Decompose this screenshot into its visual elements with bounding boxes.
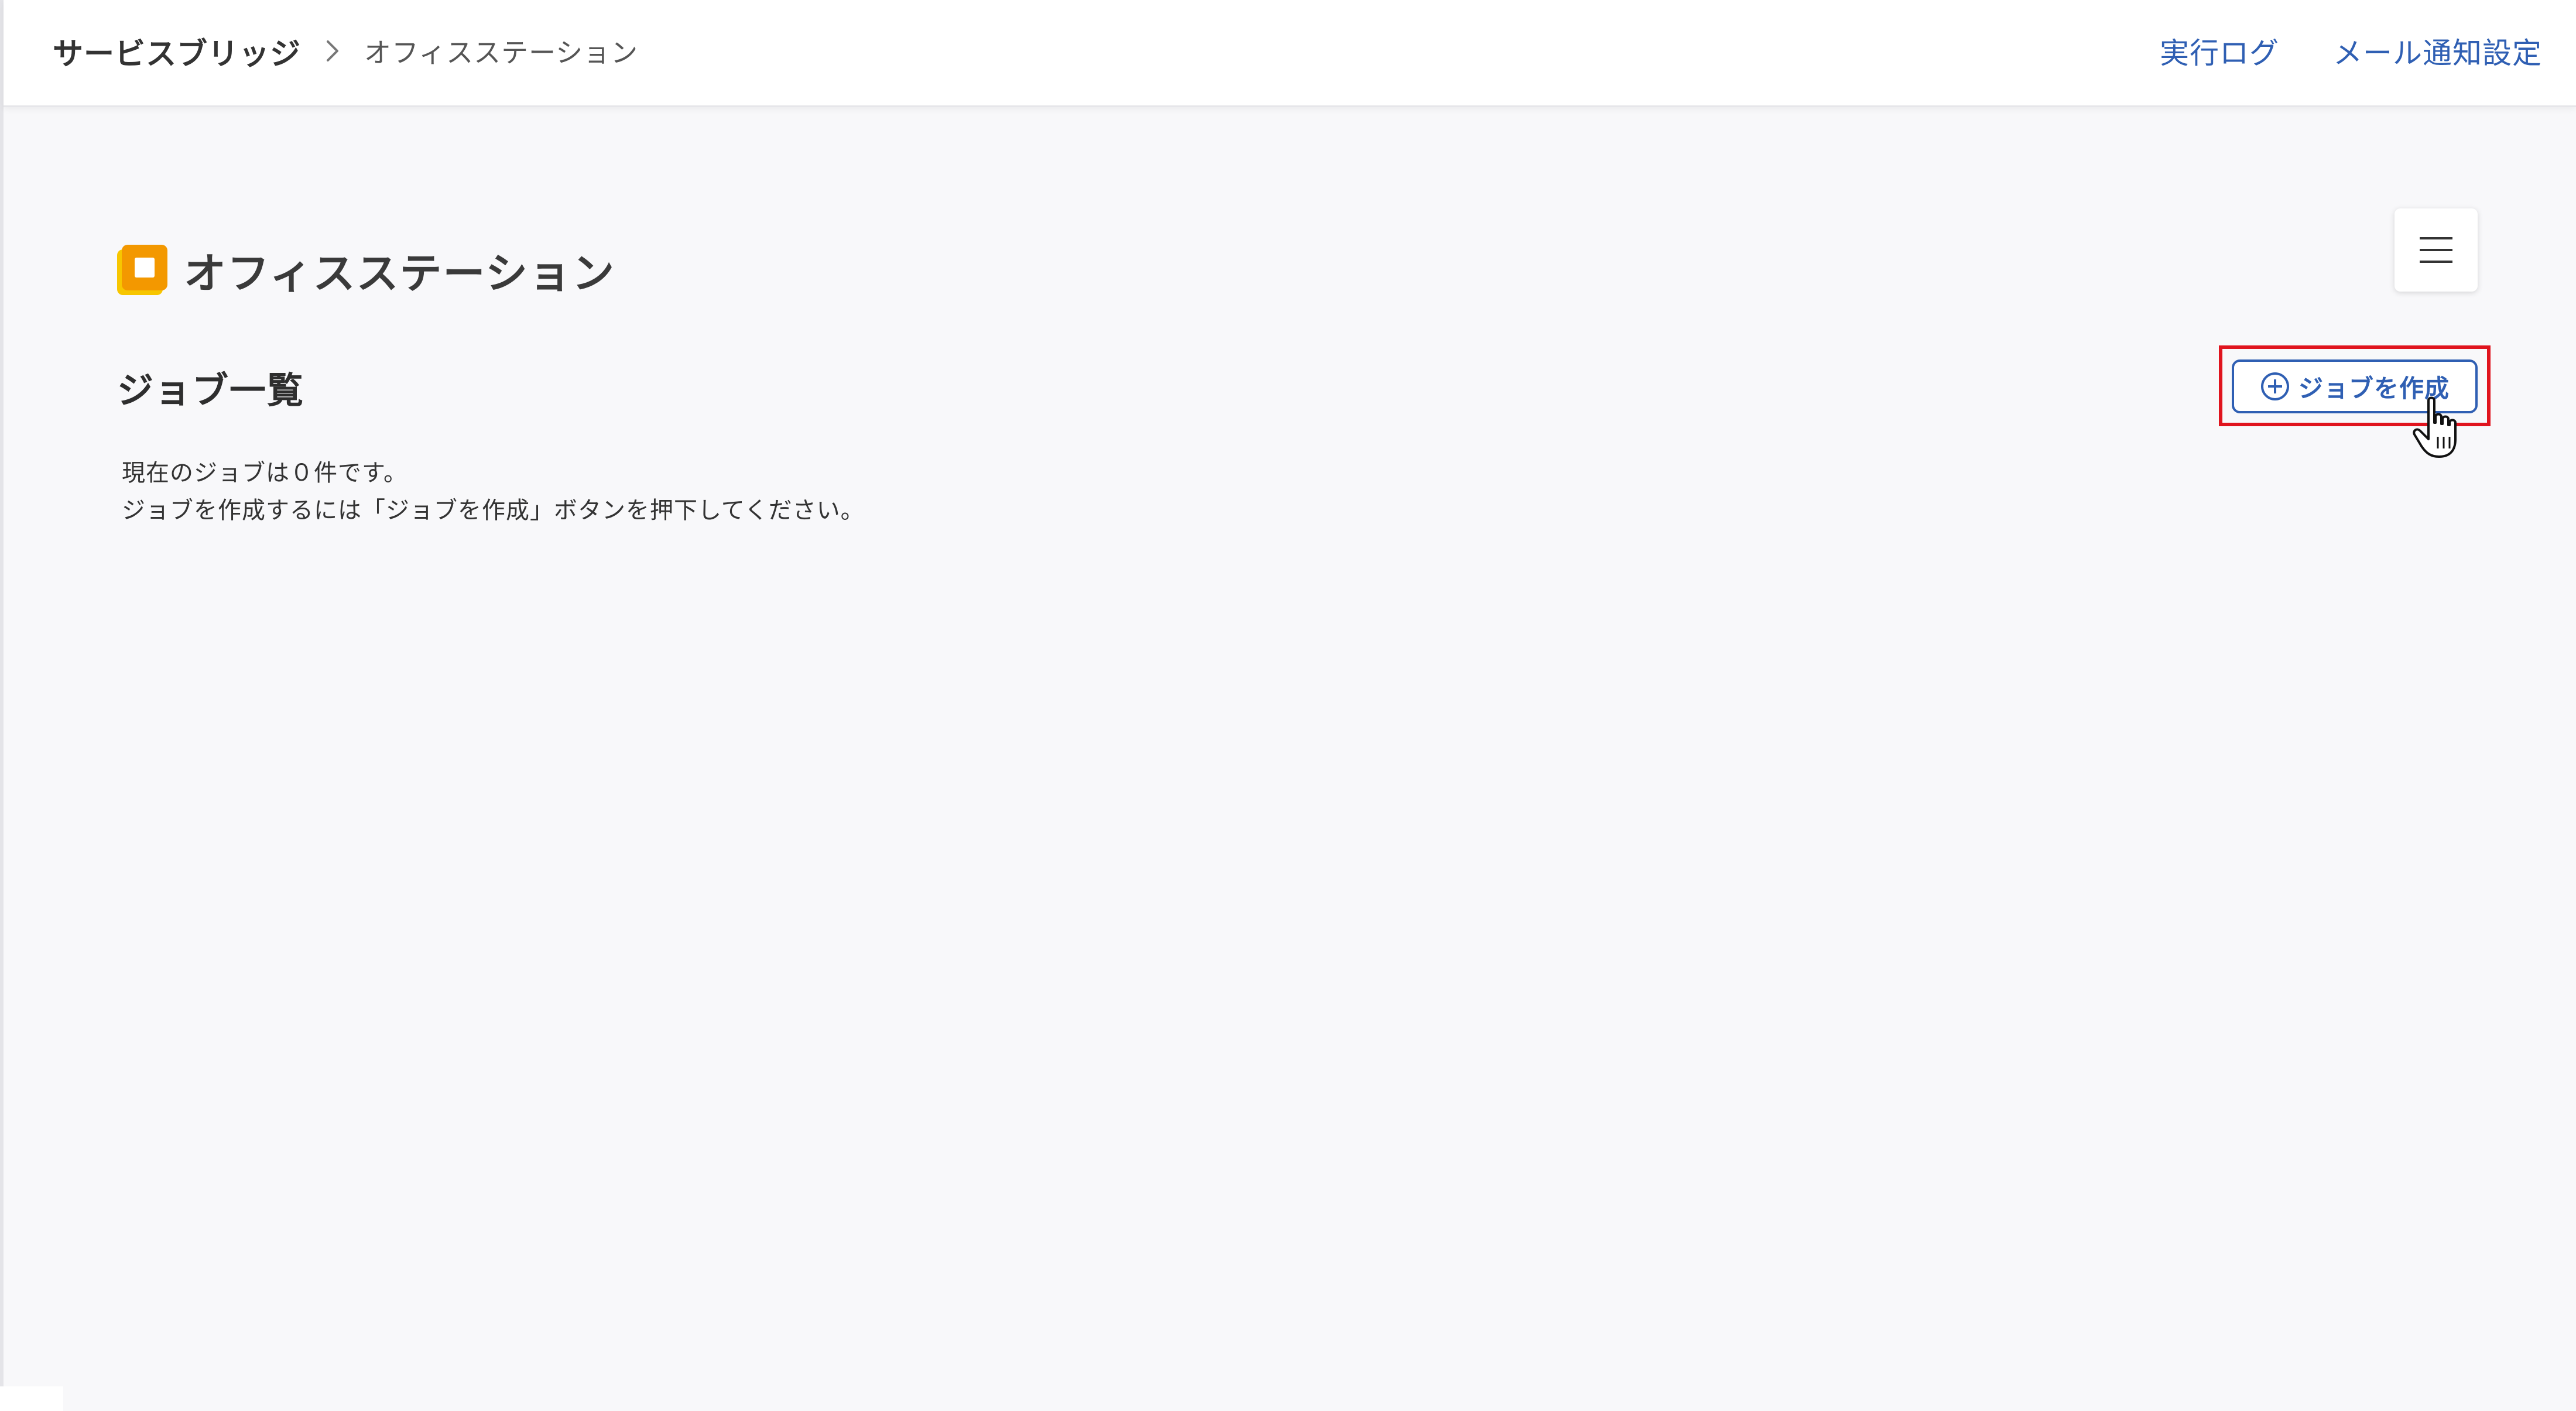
mail-notification-settings-link[interactable]: メール通知設定 bbox=[2333, 30, 2542, 72]
breadcrumb: サービスブリッジ オフィスステーション bbox=[53, 29, 639, 73]
message-line-1: 現在のジョブは０件です。 bbox=[122, 460, 407, 487]
message-line-2: ジョブを作成するには「ジョブを作成」ボタンを押下してください。 bbox=[122, 497, 865, 524]
header-nav: 実行ログ メール通知設定 bbox=[2160, 30, 2542, 71]
top-header: サービスブリッジ オフィスステーション 実行ログ メール通知設定 bbox=[4, 0, 2576, 107]
chevron-right-icon bbox=[315, 33, 350, 69]
menu-button[interactable] bbox=[2395, 208, 2478, 292]
execution-log-link[interactable]: 実行ログ bbox=[2160, 30, 2279, 72]
corner-patch bbox=[0, 1386, 63, 1411]
window-left-border bbox=[0, 0, 4, 1411]
page-title: ジョブ一覧 bbox=[117, 369, 305, 412]
office-station-logo-icon bbox=[117, 244, 167, 295]
logo-text: オフィスステーション bbox=[184, 249, 616, 298]
breadcrumb-current: オフィスステーション bbox=[364, 37, 639, 69]
hamburger-menu-icon bbox=[2420, 237, 2452, 263]
hand-pointer-icon bbox=[2411, 396, 2464, 460]
empty-state-message: 現在のジョブは０件です。 ジョブを作成するには「ジョブを作成」ボタンを押下してく… bbox=[122, 454, 865, 529]
breadcrumb-root-link[interactable]: サービスブリッジ bbox=[53, 29, 301, 73]
plus-circle-icon bbox=[2260, 371, 2290, 402]
service-logo: オフィスステーション bbox=[117, 239, 615, 300]
